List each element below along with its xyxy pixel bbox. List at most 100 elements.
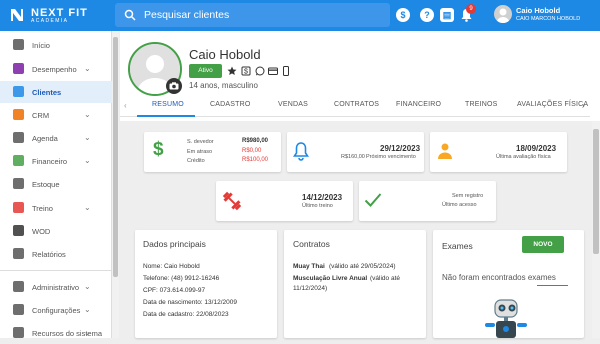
sidebar-divider xyxy=(0,270,112,271)
sidebar-item-financeiro[interactable]: money-icon Financeiro ⌄ xyxy=(0,150,112,172)
tab-financeiro[interactable]: FINANCEIRO xyxy=(396,101,441,108)
chevron-down-icon[interactable]: ⌄ xyxy=(84,282,91,291)
resources-icon: resources-icon xyxy=(13,327,24,338)
tab-contratos[interactable]: CONTRATOS xyxy=(334,101,379,108)
principal-field: Telefone: (48) 9912-16246 xyxy=(143,275,220,282)
new-exam-button[interactable]: NOVO xyxy=(522,236,564,253)
tab-scroll-left-icon[interactable]: ‹ xyxy=(124,101,127,110)
contract-name[interactable]: Muay Thai xyxy=(293,263,325,270)
logo-sub-text: ACADEMIA xyxy=(31,18,69,24)
svg-text:$: $ xyxy=(244,69,248,76)
sidebar-item-in-cio[interactable]: home-icon Início xyxy=(0,34,112,56)
last-training-date: 14/12/2023 xyxy=(302,193,343,202)
sidebar-item-desempenho[interactable]: chart-icon Desempenho ⌄ xyxy=(0,58,112,80)
search-bar[interactable]: Pesquisar clientes xyxy=(115,3,390,27)
last-evaluation-label: Última avaliação física xyxy=(496,154,551,160)
dumbbell-icon xyxy=(222,191,242,211)
gift-icon[interactable]: ▤ xyxy=(440,8,454,22)
main-scrollbar[interactable] xyxy=(592,121,600,338)
user-name[interactable]: Caio Hobold xyxy=(516,6,560,15)
logo-icon xyxy=(11,9,23,21)
sidebar-item-label: Configurações xyxy=(32,306,81,315)
sidebar-item-crm[interactable]: crm-icon CRM ⌄ xyxy=(0,104,112,126)
principal-data-title: Dados principais xyxy=(143,239,206,249)
chevron-down-icon[interactable]: ⌄ xyxy=(84,328,91,337)
home-icon: home-icon xyxy=(13,39,24,50)
chevron-down-icon[interactable]: ⌄ xyxy=(84,133,91,142)
crm-icon: crm-icon xyxy=(13,109,24,120)
chevron-down-icon[interactable]: ⌄ xyxy=(84,64,91,73)
star-icon[interactable] xyxy=(227,66,237,76)
sidebar-item-label: CRM xyxy=(32,111,50,120)
sidebar-item-agenda[interactable]: calendar-icon Agenda ⌄ xyxy=(0,127,112,149)
status-badge[interactable]: Ativo xyxy=(189,64,222,78)
sidebar-item-administrativo[interactable]: admin-icon Administrativo ⌄ xyxy=(0,276,112,298)
help-icon[interactable]: ? xyxy=(420,8,434,22)
contract-detail: 11/12/2024) xyxy=(293,285,328,292)
principal-field: Data de nascimento: 13/12/2009 xyxy=(143,299,237,306)
calendar-icon: calendar-icon xyxy=(13,132,24,143)
phone-icon[interactable] xyxy=(281,66,291,76)
sidebar-item-configura-es[interactable]: settings-icon Configurações⌄ xyxy=(0,299,112,321)
last-access-date: Sem registro xyxy=(452,193,484,199)
chart-icon: chart-icon xyxy=(13,63,24,74)
next-due-date: 29/12/2023 xyxy=(380,144,421,153)
search-input[interactable]: Pesquisar clientes xyxy=(144,9,229,21)
person-icon xyxy=(438,143,452,159)
sidebar-item-treino[interactable]: dumbbell-icon Treino ⌄ xyxy=(0,197,112,219)
main-scroll-thumb[interactable] xyxy=(593,129,599,254)
sidebar-item-label: Relatórios xyxy=(32,250,66,259)
app-logo[interactable]: NEXT FIT ACADEMIA xyxy=(9,6,109,26)
tab-cadastro[interactable]: CADASTRO xyxy=(210,101,251,108)
sidebar-scrollbar[interactable] xyxy=(112,31,119,338)
sidebar-item-label: Desempenho xyxy=(32,65,77,74)
principal-field: CPF: 073.614.099-97 xyxy=(143,287,206,294)
sidebar-item-clientes[interactable]: people-icon Clientes xyxy=(0,81,112,103)
exams-empty-text: Não foram encontrados exames xyxy=(442,273,556,282)
whatsapp-icon[interactable] xyxy=(255,66,265,76)
dollar-icon: $ xyxy=(153,139,164,160)
last-evaluation-date: 18/09/2023 xyxy=(516,144,557,153)
robot-illustration xyxy=(485,299,527,338)
sidebar-item-label: Financeiro xyxy=(32,157,68,166)
sidebar-scroll-thumb[interactable] xyxy=(113,37,118,277)
chevron-down-icon[interactable]: ⌄ xyxy=(84,305,91,314)
sidebar-item-label: Clientes xyxy=(32,88,62,97)
cart-icon: cart-icon xyxy=(13,178,24,189)
contract-name[interactable]: Musculação Livre Anual xyxy=(293,275,367,282)
bell-icon xyxy=(293,142,309,161)
credit-value: R$100,00 xyxy=(242,157,269,163)
contracts-title: Contratos xyxy=(293,239,330,249)
tab-vendas[interactable]: VENDAS xyxy=(278,101,308,108)
user-company: CAIO MARCON HOBOLD xyxy=(516,16,581,22)
tab-resumo[interactable]: RESUMO xyxy=(152,101,184,108)
dollar-icon[interactable]: $ xyxy=(241,66,251,76)
sidebar-item-label: Estoque xyxy=(32,180,60,189)
next-due-label: Próximo vencimento xyxy=(366,154,416,160)
contract-detail: (válido até 29/05/2024) xyxy=(329,263,396,270)
last-access-label: Último acesso xyxy=(442,202,477,208)
sidebar-item-wod[interactable]: kettlebell-icon WOD xyxy=(0,220,112,242)
chevron-down-icon[interactable]: ⌄ xyxy=(84,110,91,119)
settings-icon: settings-icon xyxy=(13,304,24,315)
money-exchange-icon[interactable]: $ xyxy=(396,8,410,22)
sidebar-item-recursos-do-sistema[interactable]: resources-icon Recursos do sistema⌄ xyxy=(0,322,112,344)
last-training-label: Último treino xyxy=(302,203,333,209)
tab-avalia-es-f-sica[interactable]: AVALIAÇÕES FÍSICA xyxy=(517,101,588,108)
notification-badge: 9 xyxy=(466,4,476,14)
tab-treinos[interactable]: TREINOS xyxy=(465,101,498,108)
sidebar-item-relat-rios[interactable]: report-icon Relatórios xyxy=(0,243,112,265)
card-icon[interactable] xyxy=(268,66,278,76)
exams-title: Exames xyxy=(442,241,473,251)
money-icon: money-icon xyxy=(13,155,24,166)
overdue-value: R$0,00 xyxy=(242,148,262,154)
tab-scroll-right-icon[interactable]: › xyxy=(582,101,585,110)
dumbbell-icon: dumbbell-icon xyxy=(13,202,24,213)
chevron-down-icon[interactable]: ⌄ xyxy=(84,156,91,165)
sidebar-item-estoque[interactable]: cart-icon Estoque xyxy=(0,173,112,195)
chevron-down-icon[interactable]: ⌄ xyxy=(84,203,91,212)
people-icon: people-icon xyxy=(13,86,24,97)
user-avatar[interactable] xyxy=(494,5,512,23)
camera-icon[interactable] xyxy=(166,78,182,94)
credit-label: Crédito xyxy=(187,158,205,164)
